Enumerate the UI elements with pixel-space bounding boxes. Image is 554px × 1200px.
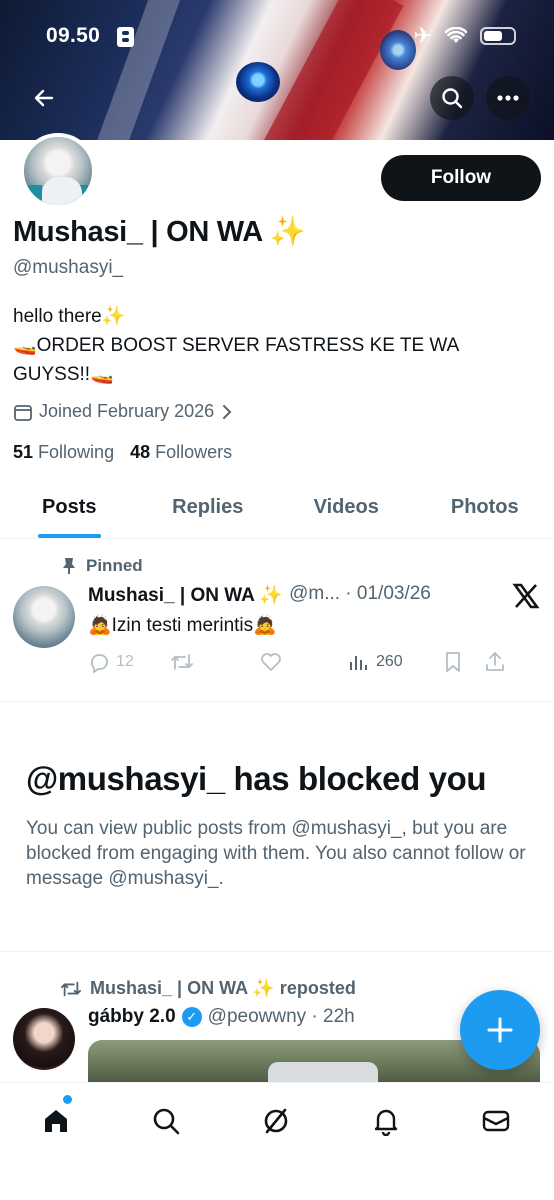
compose-button[interactable]	[460, 990, 540, 1070]
nav-home[interactable]	[36, 1101, 76, 1141]
tweet-text: 🙇Izin testi merintis🙇	[88, 615, 277, 636]
search-button[interactable]	[430, 76, 474, 120]
blocked-body: You can view public posts from @mushasyi…	[26, 818, 526, 889]
follow-button[interactable]: Follow	[381, 155, 541, 201]
bookmark-button[interactable]	[444, 651, 484, 673]
more-icon	[497, 95, 519, 101]
airplane-icon: ✈	[413, 23, 432, 48]
compose-plus-icon	[487, 1017, 513, 1043]
nav-grok[interactable]	[256, 1101, 296, 1141]
joined-date[interactable]: Joined February 2026	[13, 401, 234, 422]
status-bar: 09.50 ✈	[0, 22, 554, 52]
more-options-button[interactable]	[486, 76, 530, 120]
following-link[interactable]: 51 Following	[13, 442, 114, 463]
like-icon	[261, 653, 281, 671]
tweet-header: Mushasi_ | ON WA ✨ @m... · 01/03/26	[88, 583, 431, 607]
tab-photos[interactable]: Photos	[416, 484, 554, 538]
id-badge-icon	[117, 27, 134, 47]
reply-icon	[91, 654, 108, 673]
tweet-actions: 12 260	[88, 648, 538, 676]
followers-count: 48	[130, 442, 151, 462]
status-time: 09.50	[46, 24, 101, 47]
share-button[interactable]	[484, 651, 506, 673]
retweet-icon	[171, 654, 193, 670]
banner-art	[236, 62, 280, 102]
avatar-art	[42, 177, 82, 205]
followers-link[interactable]: 48 Followers	[130, 442, 232, 463]
unread-dot	[63, 1095, 72, 1104]
followers-label: Followers	[155, 442, 233, 462]
nav-notifications[interactable]	[366, 1101, 406, 1141]
calendar-icon	[14, 404, 32, 421]
like-button[interactable]	[260, 652, 348, 672]
media-art	[268, 1062, 378, 1082]
following-label: Following	[38, 442, 115, 462]
bottom-nav	[0, 1082, 554, 1200]
tweet-author-avatar[interactable]	[13, 586, 75, 648]
profile-bio: hello there✨ 🚤ORDER BOOST SERVER FASTRES…	[13, 302, 533, 389]
tab-replies[interactable]: Replies	[139, 484, 278, 538]
repost-button[interactable]	[170, 651, 260, 673]
reply-count: 12	[116, 653, 134, 670]
repost-handle-time: @peowwny · 22h	[207, 1006, 355, 1027]
views-count: 260	[376, 653, 403, 670]
tweet-author-name[interactable]: Mushasi_ | ON WA ✨	[88, 583, 283, 607]
pin-icon	[63, 558, 75, 574]
back-arrow-icon	[34, 89, 54, 107]
back-button[interactable]	[22, 76, 66, 120]
explore-icon	[153, 1108, 180, 1135]
wifi-icon	[445, 27, 467, 43]
repost-author-avatar[interactable]	[13, 1008, 75, 1070]
chevron-right-icon	[223, 404, 232, 419]
views-icon	[350, 656, 367, 670]
follow-stats: 51 Following 48 Followers	[13, 442, 232, 463]
profile-display-name: Mushasi_ | ON WA ✨	[13, 216, 306, 248]
home-icon	[45, 1110, 67, 1132]
search-icon	[442, 88, 463, 109]
divider	[0, 951, 554, 952]
banner-art	[256, 0, 404, 140]
reply-button[interactable]: 12	[88, 651, 170, 673]
repost-label: Mushasi_ | ON WA ✨ reposted	[90, 978, 356, 998]
pinned-indicator: Pinned	[62, 556, 143, 576]
profile-handle: @mushasyi_	[13, 257, 124, 278]
blocked-title: @mushasyi_ has blocked you	[26, 760, 487, 797]
following-count: 51	[13, 442, 34, 462]
banner-art	[83, 0, 187, 140]
tab-videos[interactable]: Videos	[277, 484, 416, 538]
tab-posts[interactable]: Posts	[0, 484, 139, 538]
profile-tabs: Posts Replies Videos Photos	[0, 484, 554, 539]
bookmark-icon	[446, 652, 460, 672]
tweet-handle-date: @m... · 01/03/26	[289, 583, 431, 604]
repost-indicator: Mushasi_ | ON WA ✨ reposted	[60, 978, 356, 999]
nav-messages[interactable]	[476, 1101, 516, 1141]
profile-banner[interactable]	[0, 0, 554, 140]
share-icon	[486, 652, 504, 671]
profile-avatar[interactable]	[20, 133, 96, 209]
messages-icon	[482, 1110, 510, 1132]
avatar-art	[28, 185, 42, 205]
bio-line: hello there✨	[13, 306, 126, 327]
battery-icon	[480, 27, 516, 45]
nav-explore[interactable]	[146, 1101, 186, 1141]
notifications-icon	[374, 1109, 398, 1136]
repost-author-name[interactable]: gábby 2.0	[88, 1006, 176, 1028]
grok-icon	[264, 1108, 288, 1134]
retweet-icon	[61, 981, 81, 996]
repost-header: gábby 2.0 ✓ @peowwny · 22h	[88, 1006, 355, 1028]
divider	[0, 701, 554, 702]
pinned-label: Pinned	[86, 556, 143, 575]
views-button[interactable]: 260	[348, 652, 444, 672]
verified-icon: ✓	[181, 1007, 202, 1027]
joined-label: Joined February 2026	[39, 401, 215, 421]
bio-line: 🚤ORDER BOOST SERVER FASTRESS KE TE WA GU…	[13, 335, 459, 385]
x-logo-icon	[512, 583, 540, 609]
